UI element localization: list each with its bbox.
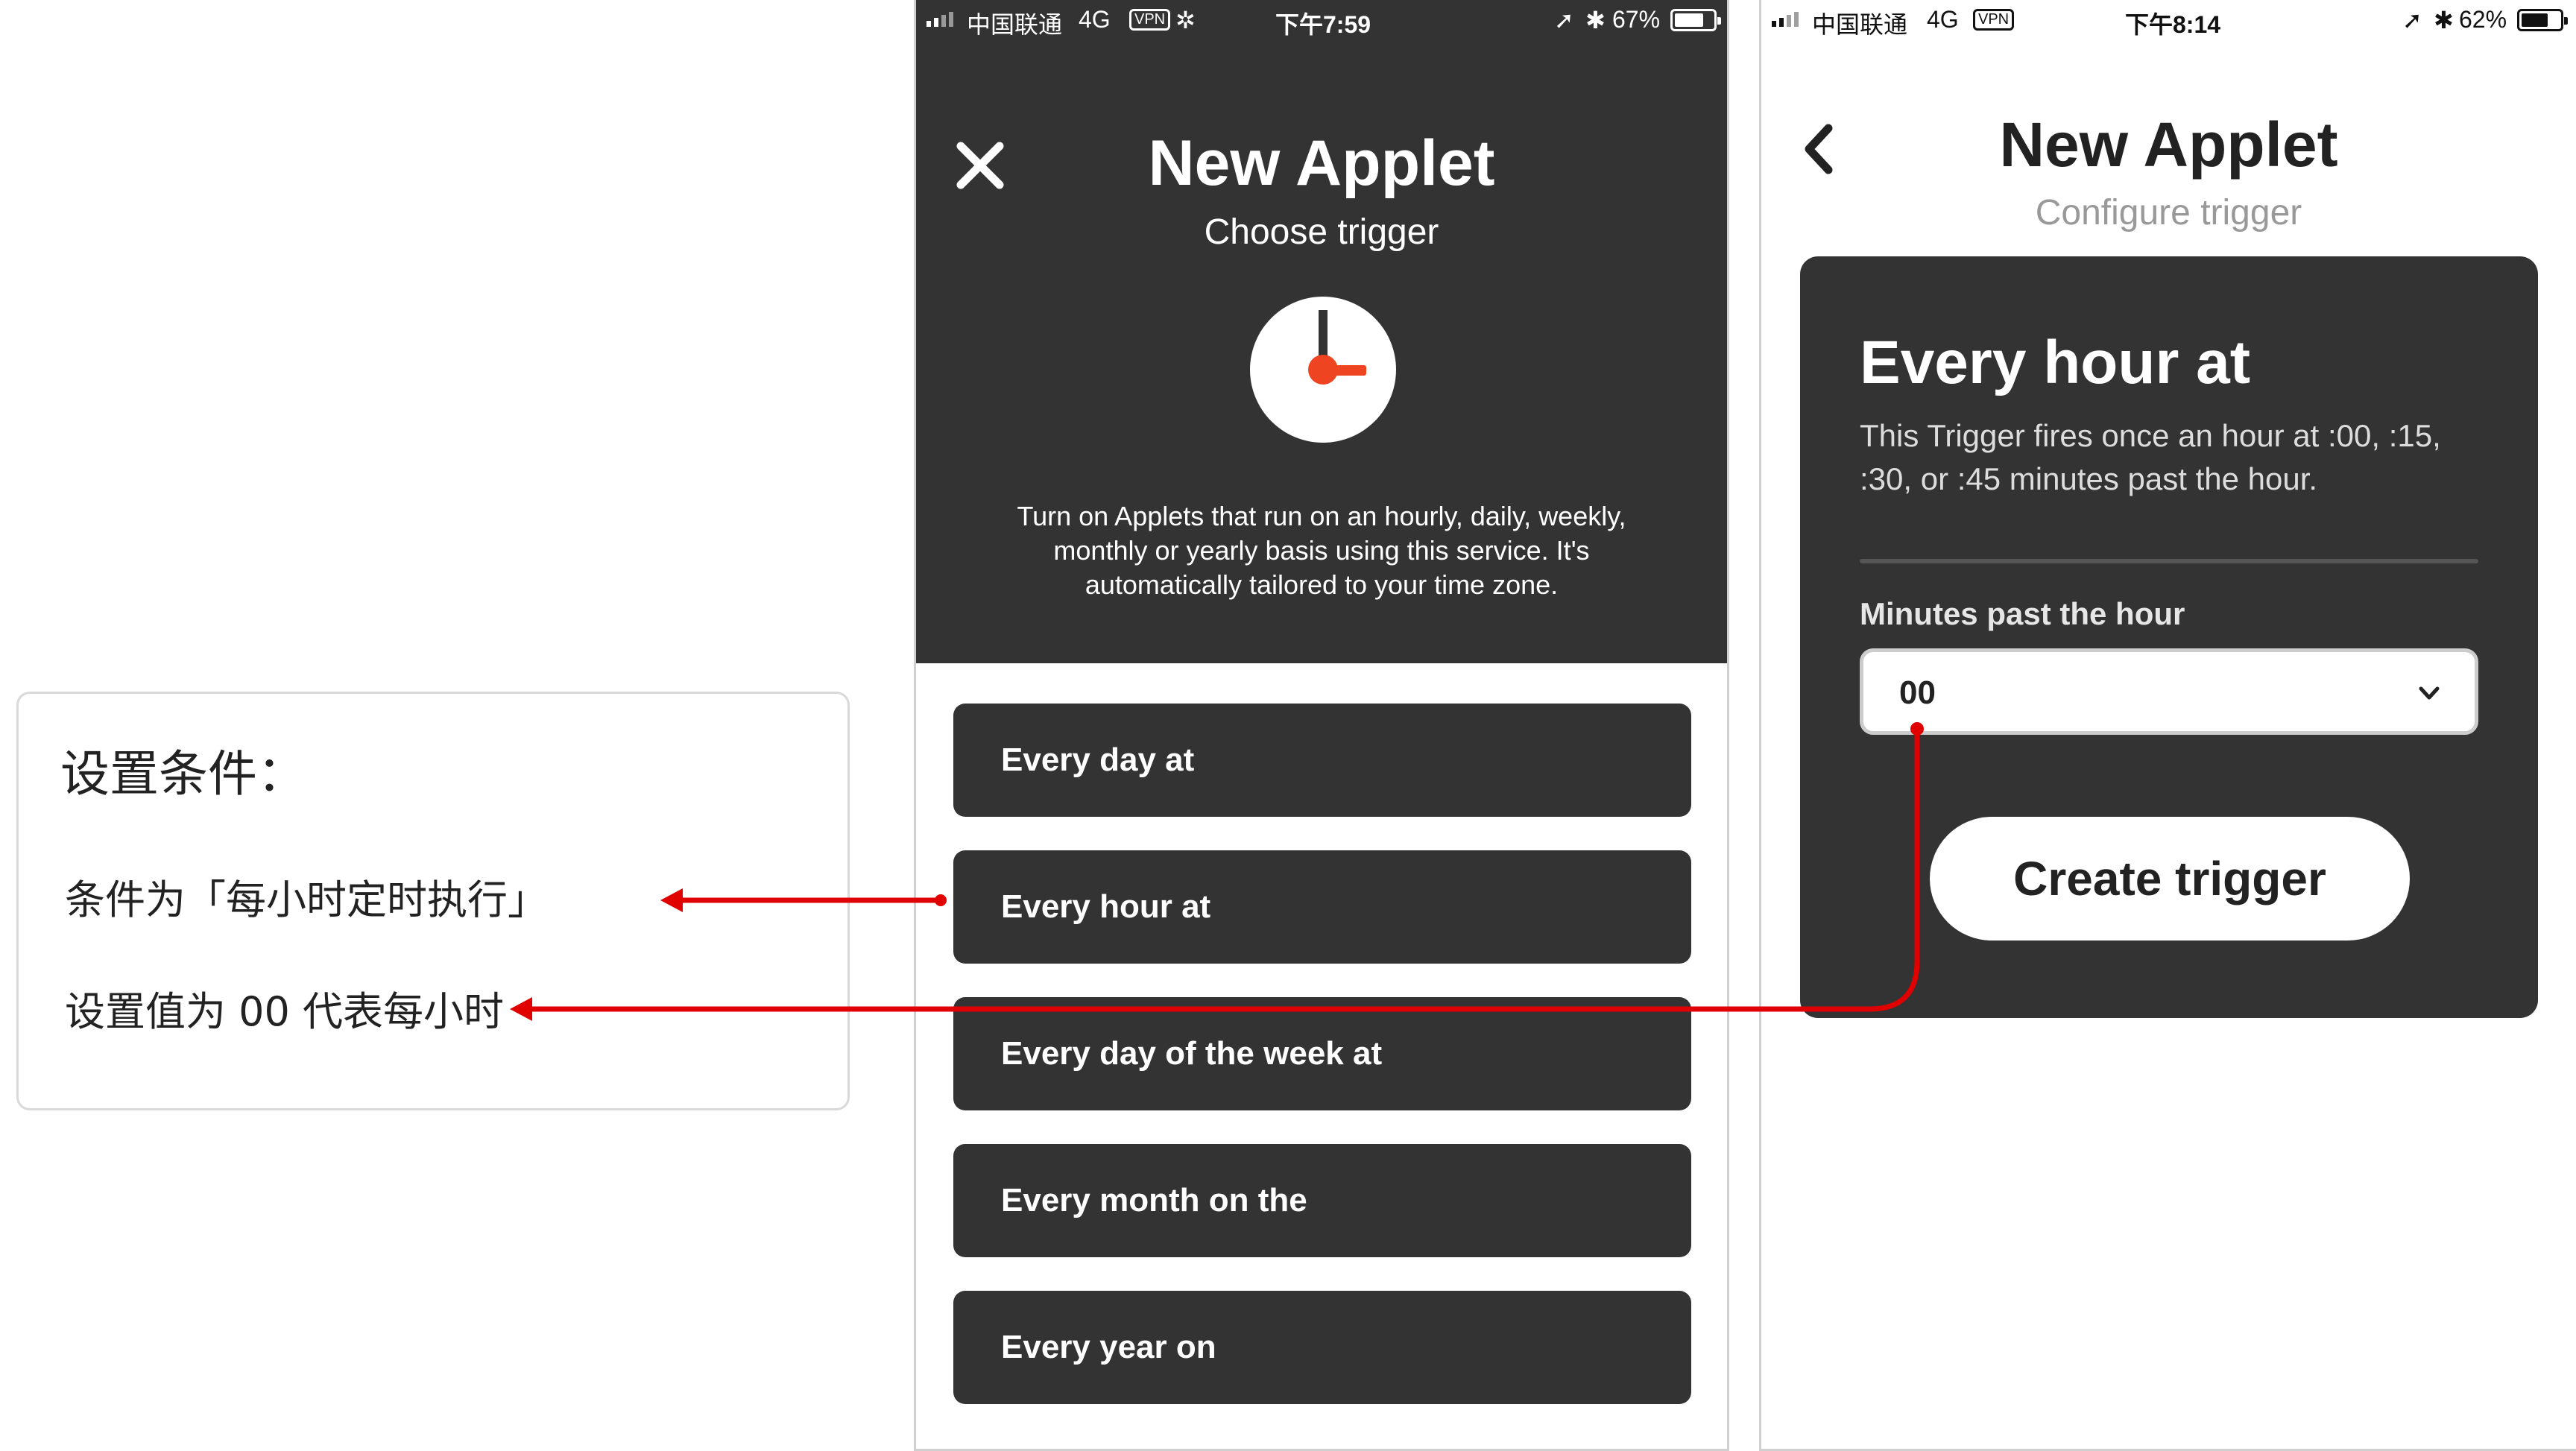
battery-icon	[2517, 9, 2568, 31]
create-trigger-button[interactable]: Create trigger	[1930, 817, 2410, 941]
status-time: 下午8:14	[2125, 11, 2221, 38]
vpn-badge: VPN	[1129, 9, 1171, 31]
vpn-badge: VPN	[1973, 9, 2015, 31]
battery-percent: 62%	[2459, 6, 2507, 33]
page-subtitle: Choose trigger	[1204, 212, 1439, 252]
annotation-condition: 条件为「每小时定时执行」	[65, 876, 548, 923]
trigger-every-day-of-week[interactable]: Every day of the week at	[953, 997, 1691, 1110]
carrier-label: 中国联通	[967, 11, 1063, 38]
status-bar: 中国联通 4G VPN ✲ 下午7:59 ➚ ✱ 67%	[916, 0, 1727, 43]
annotation-title: 设置条件：	[60, 745, 306, 803]
loading-icon: ✲	[1175, 7, 1196, 34]
page-subtitle: Configure trigger	[2035, 193, 2302, 233]
phone-choose-trigger: 中国联通 4G VPN ✲ 下午7:59 ➚ ✱ 67% New Applet …	[914, 0, 1729, 1451]
page-title: New Applet	[1999, 110, 2338, 180]
signal-icon	[926, 12, 953, 27]
clock-icon	[1250, 297, 1396, 443]
trigger-every-year[interactable]: Every year on	[953, 1291, 1691, 1404]
trigger-config-card: Every hour at This Trigger fires once an…	[1800, 256, 2538, 1018]
carrier-label: 中国联通	[1812, 11, 1908, 38]
trigger-every-hour[interactable]: Every hour at	[953, 850, 1691, 964]
choose-trigger-header: 中国联通 4G VPN ✲ 下午7:59 ➚ ✱ 67% New Applet …	[916, 0, 1727, 663]
battery-percent: 67%	[1612, 6, 1661, 33]
signal-icon	[1772, 12, 1799, 27]
network-label: 4G	[1079, 6, 1111, 33]
trigger-description: This Trigger fires once an hour at :00, …	[1860, 418, 2441, 496]
trigger-every-day[interactable]: Every day at	[953, 704, 1691, 817]
status-time: 下午7:59	[1275, 11, 1371, 38]
location-icon: ➚	[1554, 7, 1574, 34]
status-bar: 中国联通 4G VPN 下午8:14 ➚ ✱ 62%	[1761, 0, 2576, 43]
service-description: Turn on Applets that run on an hourly, d…	[1017, 501, 1626, 600]
chevron-down-icon	[2419, 686, 2440, 700]
page-title: New Applet	[1148, 127, 1495, 199]
divider	[1860, 559, 2478, 563]
phone-configure-trigger: 中国联通 4G VPN 下午8:14 ➚ ✱ 62% New Applet Co…	[1759, 0, 2576, 1451]
annotation-value: 设置值为 00 代表每小时	[65, 988, 505, 1035]
annotation-box: 设置条件： 条件为「每小时定时执行」 设置值为 00 代表每小时	[16, 692, 850, 1110]
bluetooth-icon: ✱	[1585, 7, 1606, 34]
battery-icon	[1670, 9, 1721, 31]
location-icon: ➚	[2402, 7, 2422, 34]
trigger-title: Every hour at	[1860, 329, 2251, 396]
network-label: 4G	[1927, 6, 1959, 33]
minutes-select-value: 00	[1899, 674, 1936, 711]
trigger-every-month[interactable]: Every month on the	[953, 1144, 1691, 1257]
minutes-field-label: Minutes past the hour	[1860, 596, 2185, 631]
minutes-select[interactable]: 00	[1860, 648, 2478, 735]
bluetooth-icon: ✱	[2434, 7, 2454, 34]
